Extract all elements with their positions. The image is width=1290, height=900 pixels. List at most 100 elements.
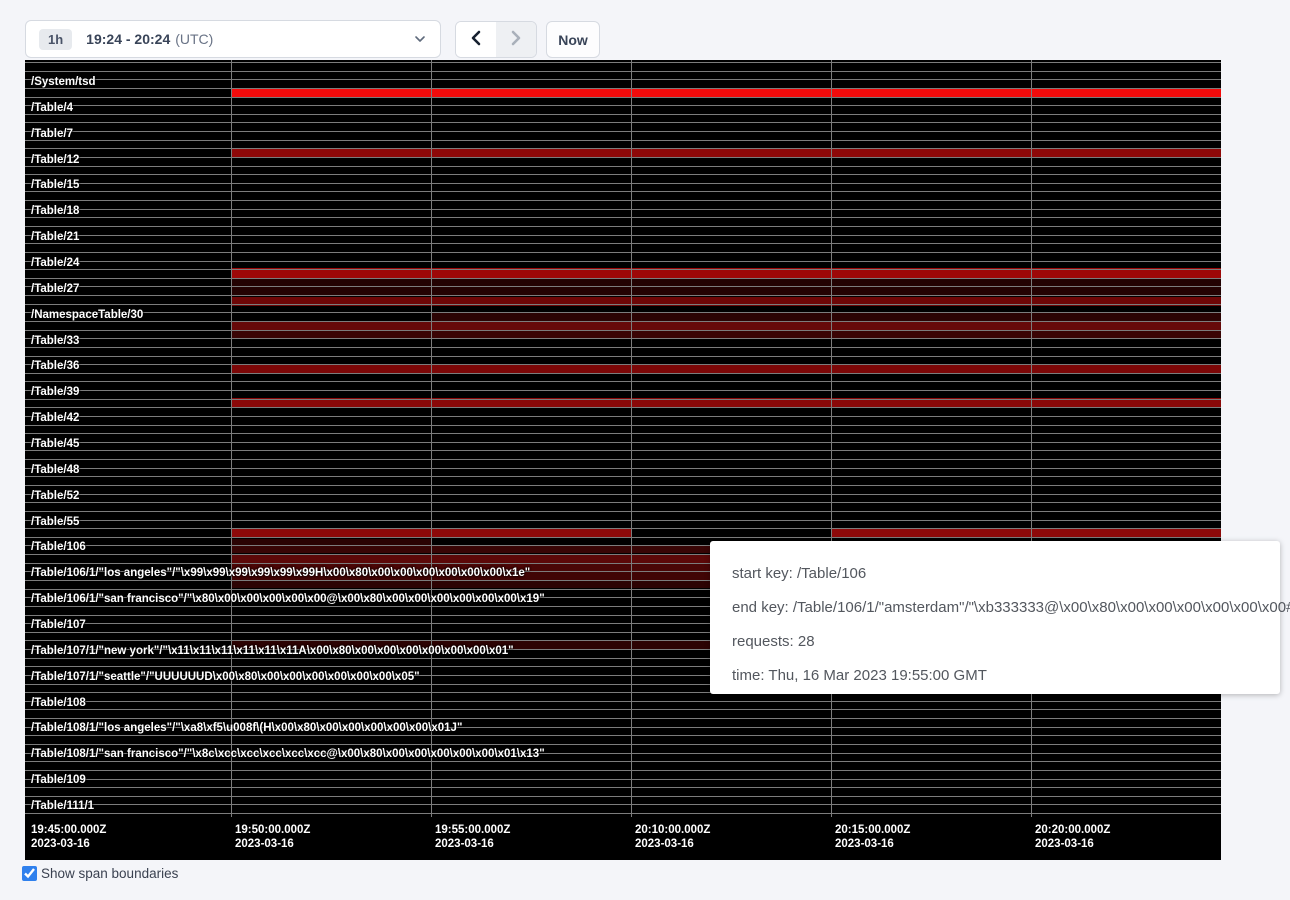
tooltip-start-key: start key: /Table/106 (732, 562, 1280, 585)
span-label: /Table/33 (31, 335, 79, 347)
span-label: /Table/107/1/"seattle"/"UUUUUUD\x00\x80\… (31, 671, 420, 683)
grid-line-h (25, 330, 1221, 331)
grid-line-h (25, 796, 1221, 797)
footer: Show span boundaries (22, 866, 178, 881)
heat-band (431, 313, 1221, 321)
grid-line-h (25, 770, 1221, 771)
heat-band (231, 364, 1221, 373)
tooltip-requests: requests: 28 (732, 630, 1280, 653)
show-span-boundaries-label: Show span boundaries (41, 866, 178, 881)
grid-line-h (25, 114, 1221, 115)
span-label: /Table/15 (31, 179, 79, 191)
span-label: /NamespaceTable/30 (31, 309, 143, 321)
time-tick: 19:55:00.000Z2023-03-16 (435, 823, 510, 851)
grid-line-h (25, 105, 1221, 106)
grid-line-h (25, 364, 1221, 365)
grid-line-h (25, 200, 1221, 201)
time-nav-group (455, 21, 537, 58)
span-label: /Table/106 (31, 541, 86, 553)
span-label: /Table/108/1/"san francisco"/"\x8c\xcc\x… (31, 748, 545, 760)
chevron-left-icon (470, 30, 482, 49)
prev-interval-button[interactable] (456, 22, 496, 57)
grid-line-v (431, 60, 432, 817)
grid-line-h (25, 269, 1221, 270)
grid-line-h (25, 761, 1221, 762)
grid-line-h (25, 433, 1221, 434)
span-label: /Table/109 (31, 774, 86, 786)
grid-line-h (25, 373, 1221, 374)
grid-line-h (25, 278, 1221, 279)
grid-line-h (25, 416, 1221, 417)
span-label: /Table/45 (31, 438, 79, 450)
grid-line-v (231, 60, 232, 817)
span-label: /Table/108/1/"los angeles"/"\xa8\xf5\u00… (31, 722, 462, 734)
grid-line-h (25, 356, 1221, 357)
timezone-label: (UTC) (175, 31, 213, 47)
next-interval-button[interactable] (496, 22, 536, 57)
time-tick: 20:20:00.000Z2023-03-16 (1035, 823, 1110, 851)
time-tick: 20:10:00.000Z2023-03-16 (635, 823, 710, 851)
grid-line-h (25, 813, 1221, 814)
span-label: /Table/12 (31, 154, 79, 166)
span-label: /Table/107 (31, 619, 86, 631)
grid-line-h (25, 97, 1221, 98)
grid-line-h (25, 252, 1221, 253)
span-label: /Table/42 (31, 412, 79, 424)
span-label: /Table/52 (31, 490, 79, 502)
grid-line-v (831, 60, 832, 817)
grid-line-h (25, 442, 1221, 443)
time-tick: 19:45:00.000Z2023-03-16 (31, 823, 106, 851)
grid-line-h (25, 261, 1221, 262)
grid-line-h (25, 191, 1221, 192)
grid-line-h (25, 485, 1221, 486)
time-range-selector[interactable]: 1h 19:24 - 20:24 (UTC) (25, 20, 441, 58)
span-label: /System/tsd (31, 76, 96, 88)
grid-line-h (25, 520, 1221, 521)
span-label: /Table/39 (31, 386, 79, 398)
span-label: /Table/4 (31, 102, 73, 114)
grid-line-h (25, 174, 1221, 175)
grid-line-h (25, 381, 1221, 382)
grid-line-h (25, 79, 1221, 80)
span-label: /Table/48 (31, 464, 79, 476)
grid-line-h (25, 338, 1221, 339)
span-label: /Table/21 (31, 231, 79, 243)
time-tick: 20:15:00.000Z2023-03-16 (835, 823, 910, 851)
grid-line-h (25, 528, 1221, 529)
grid-line-h (25, 425, 1221, 426)
grid-line-h (25, 390, 1221, 391)
span-tooltip: start key: /Table/106 end key: /Table/10… (710, 541, 1280, 694)
span-label: /Table/7 (31, 128, 73, 140)
grid-line-h (25, 157, 1221, 158)
toolbar: 1h 19:24 - 20:24 (UTC) Now (0, 0, 1290, 60)
grid-line-h (25, 502, 1221, 503)
heat-band (231, 581, 711, 588)
grid-line-h (25, 235, 1221, 236)
grid-line-h (25, 304, 1221, 305)
span-label: /Table/111/1 (31, 800, 94, 812)
grid-line-h (25, 321, 1221, 322)
grid-line-h (25, 243, 1221, 244)
grid-line-h (25, 166, 1221, 167)
grid-line-h (25, 183, 1221, 184)
span-label: /Table/24 (31, 257, 79, 269)
tooltip-end-key: end key: /Table/106/1/"amsterdam"/"\xb33… (732, 596, 1280, 619)
grid-line-h (25, 148, 1221, 149)
show-span-boundaries-checkbox[interactable] (22, 866, 37, 881)
grid-line-h (25, 476, 1221, 477)
grid-line-h (25, 459, 1221, 460)
key-visualizer-canvas[interactable]: /System/tsd/Table/4/Table/7/Table/12/Tab… (25, 60, 1221, 860)
duration-badge: 1h (39, 29, 72, 50)
grid-line-v (1031, 60, 1032, 817)
grid-line-h (25, 140, 1221, 141)
span-label: /Table/107/1/"new york"/"\x11\x11\x11\x1… (31, 645, 514, 657)
grid-line-h (25, 468, 1221, 469)
grid-line-h (25, 131, 1221, 132)
span-label: /Table/106/1/"los angeles"/"\x99\x99\x99… (31, 567, 530, 579)
span-label: /Table/106/1/"san francisco"/"\x80\x00\x… (31, 593, 545, 605)
grid-line-h (25, 399, 1221, 400)
time-range-label: 19:24 - 20:24 (86, 31, 170, 47)
grid-line-h (25, 71, 1221, 72)
span-label: /Table/27 (31, 283, 79, 295)
now-button[interactable]: Now (546, 21, 600, 58)
